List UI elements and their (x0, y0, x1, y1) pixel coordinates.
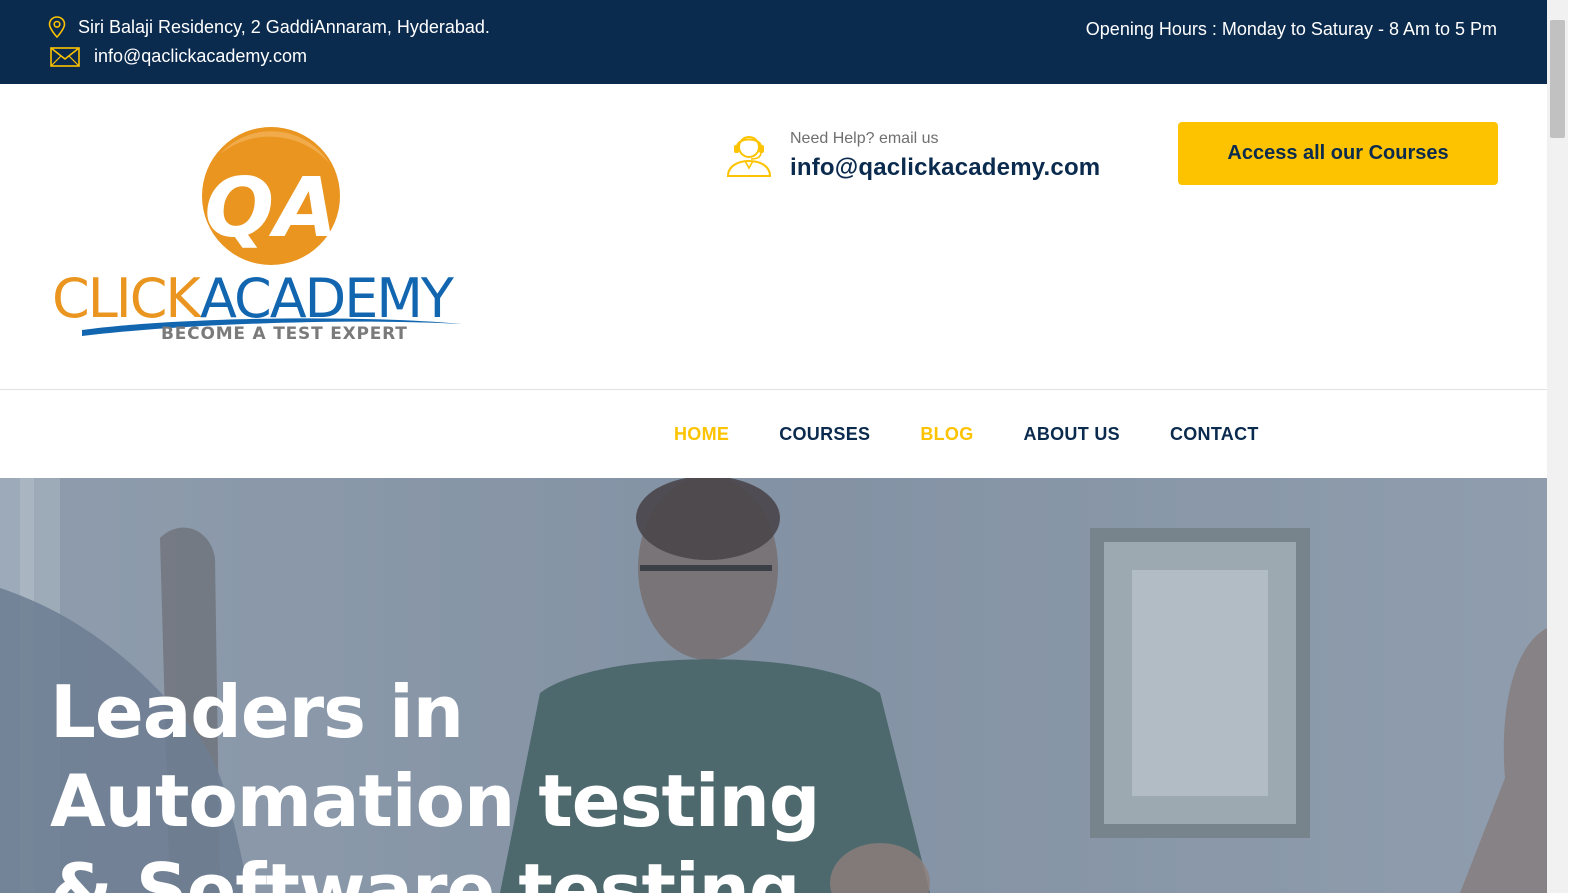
nav-item-about-us[interactable]: ABOUT US (1024, 424, 1120, 445)
support-agent-icon (724, 130, 774, 180)
hero-banner: Leaders in Automation testing & Software… (0, 478, 1547, 893)
nav-item-courses[interactable]: COURSES (779, 424, 870, 445)
scrollbar-thumb[interactable] (1550, 20, 1565, 138)
address-text: Siri Balaji Residency, 2 GaddiAnnaram, H… (78, 16, 490, 37)
hero-title-line-2: Automation testing (50, 759, 820, 843)
main-navigation: HOME COURSES BLOG ABOUT US CONTACT (0, 390, 1547, 478)
opening-hours: Opening Hours : Monday to Saturay - 8 Am… (1085, 19, 1497, 39)
email-row: info@qaclickacademy.com (50, 46, 307, 67)
help-label: Need Help? email us (790, 130, 939, 147)
nav-item-contact[interactable]: CONTACT (1170, 424, 1259, 445)
nav-item-blog[interactable]: BLOG (920, 424, 973, 445)
map-pin-icon (48, 16, 66, 38)
envelope-icon (50, 46, 80, 67)
help-contact: Need Help? email us info@qaclickacademy.… (724, 128, 1100, 182)
hero-title-line-3: & Software testing (50, 848, 800, 893)
site-logo[interactable]: QA CLICK ACADEMY BECOME A TEST EXPERT (50, 124, 490, 354)
access-courses-button[interactable]: Access all our Courses (1178, 122, 1498, 185)
help-email-link[interactable]: info@qaclickacademy.com (790, 154, 1100, 182)
logo-tagline: BECOME A TEST EXPERT (161, 324, 408, 344)
topbar-email-link[interactable]: info@qaclickacademy.com (94, 46, 307, 67)
nav-item-home[interactable]: HOME (674, 424, 729, 445)
top-info-bar: Siri Balaji Residency, 2 GaddiAnnaram, H… (0, 0, 1547, 84)
hero-title-line-1: Leaders in (50, 670, 464, 754)
logo-click-text: CLICK (52, 267, 202, 330)
address-row: Siri Balaji Residency, 2 GaddiAnnaram, H… (48, 16, 490, 38)
window-right-edge (1568, 0, 1584, 893)
site-header: QA CLICK ACADEMY BECOME A TEST EXPERT Ne… (0, 84, 1547, 390)
hero-title: Leaders in Automation testing & Software… (50, 668, 950, 893)
logo-badge-text: QA (204, 161, 337, 256)
vertical-scrollbar[interactable] (1547, 0, 1568, 893)
